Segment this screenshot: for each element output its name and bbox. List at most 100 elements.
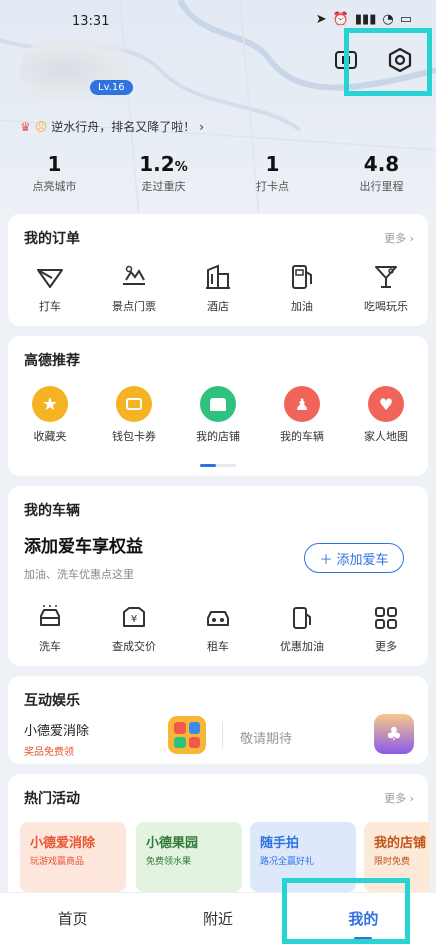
activity-title: 我的店铺: [374, 836, 427, 851]
stat-value: 4.8: [363, 152, 400, 176]
recommend-item-wallet[interactable]: 钱包卡券: [92, 386, 176, 444]
vehicle-item-more[interactable]: 更多: [344, 604, 428, 654]
divider: [222, 722, 223, 748]
activity-title: 小德果园: [146, 836, 199, 851]
vehicle-title: 我的车辆: [24, 503, 80, 519]
stat-number: 1.2: [139, 152, 175, 176]
stat-checkins[interactable]: 1 打卡点: [218, 152, 327, 194]
stat-value: 1: [265, 152, 280, 176]
taxi-icon: [37, 269, 63, 288]
vehicle-label: 查成交价: [112, 640, 156, 653]
family-map-icon: ♥: [368, 386, 404, 422]
vehicle-label: 优惠加油: [280, 640, 324, 653]
coming-soon-text: 敬请期待: [240, 732, 293, 747]
order-item-taxi[interactable]: 打车: [8, 262, 92, 314]
recommend-label: 收藏夹: [33, 430, 67, 443]
stat-label: 出行里程: [359, 180, 404, 193]
game-item[interactable]: 小德爱消除 奖品免费领: [24, 720, 89, 758]
fuel-icon: [292, 265, 312, 289]
chevron-right-icon: ›: [199, 119, 205, 134]
status-time: 13:31: [72, 14, 110, 29]
nav-home[interactable]: 首页: [0, 893, 145, 948]
stat-label: 打卡点: [256, 180, 289, 193]
recommend-item-vehicle[interactable]: ♟ 我的车辆: [260, 386, 344, 444]
add-car-label: 添加爱车: [336, 552, 389, 568]
highlight-box-settings: [344, 28, 432, 96]
vehicle-subtext: 加油、洗车优惠点这里: [24, 568, 134, 581]
order-label: 酒店: [207, 300, 229, 313]
more-label: 更多: [384, 232, 407, 245]
rent-car-icon: [207, 611, 229, 626]
order-label: 景点门票: [112, 300, 156, 313]
recommend-item-family[interactable]: ♥ 家人地图: [344, 386, 428, 444]
stat-value: 1.2%: [109, 152, 218, 176]
orders-more-link[interactable]: 更多 ›: [384, 230, 414, 246]
game-mascot-icon[interactable]: ♣: [374, 714, 414, 754]
game-sub: 奖品免费领: [24, 747, 74, 758]
entertainment-card: 互动娱乐 小德爱消除 奖品免费领 敬请期待 ♣: [8, 676, 428, 764]
hotel-icon: [206, 264, 230, 289]
page-indicator: [200, 464, 236, 467]
achievement-banner[interactable]: ♛ ☹ 逆水行舟，排名又降了啦！ ›: [20, 118, 204, 135]
vehicle-card: 我的车辆 添加爱车享权益 加油、洗车优惠点这里 洗车 ¥ 查成交价 租车 优惠加…: [8, 486, 428, 666]
order-item-hotel[interactable]: 酒店: [176, 262, 260, 314]
recommend-card: 高德推荐 ★ 收藏夹 钱包卡券 我的店铺 ♟ 我的车辆 ♥ 家人地图: [8, 336, 428, 476]
activity-title: 小德爱消除: [30, 836, 96, 851]
price-icon: ¥: [123, 607, 145, 627]
vehicle-item-fuel-discount[interactable]: 优惠加油: [260, 604, 344, 654]
recommend-label: 我的车辆: [280, 430, 324, 443]
recommend-item-shop[interactable]: 我的店铺: [176, 386, 260, 444]
recommend-label: 钱包卡券: [112, 430, 156, 443]
battery-icon: ▭: [399, 12, 412, 27]
activities-more-link[interactable]: 更多 ›: [384, 790, 414, 806]
vehicle-label: 租车: [207, 640, 229, 653]
star-icon: ★: [32, 386, 68, 422]
order-label: 吃喝玩乐: [364, 300, 408, 313]
activity-card-eliminate[interactable]: 小德爱消除 玩游戏赢商品: [20, 822, 126, 892]
game-name: 小德爱消除: [24, 724, 90, 739]
vehicle-item-wash[interactable]: 洗车: [8, 604, 92, 654]
order-item-leisure[interactable]: 吃喝玩乐: [344, 262, 428, 314]
order-label: 加油: [291, 300, 313, 313]
add-car-button[interactable]: ＋ 添加爱车: [304, 543, 404, 573]
stat-label: 点亮城市: [32, 180, 77, 193]
banner-text: 逆水行舟，排名又降了啦！: [51, 120, 196, 134]
recommend-item-favorites[interactable]: ★ 收藏夹: [8, 386, 92, 444]
shop-icon: [200, 386, 236, 422]
wifi-icon: ◔: [382, 12, 394, 27]
status-icons: ➤ ⏰ ▮▮▮ ◔ ▭: [316, 12, 412, 27]
level-badge: Lv.16: [90, 80, 133, 95]
stat-mileage[interactable]: 4.8 出行里程: [327, 152, 436, 194]
order-item-fuel[interactable]: 加油: [260, 262, 344, 314]
order-item-ticket[interactable]: 景点门票: [92, 262, 176, 314]
activity-sub: 路况全赢好礼: [260, 857, 315, 867]
stat-label: 走过重庆: [141, 180, 186, 193]
activity-sub: 限时免费: [374, 857, 411, 867]
highlight-box-mine: [282, 878, 410, 944]
recommend-grid: ★ 收藏夹 钱包卡券 我的店铺 ♟ 我的车辆 ♥ 家人地图: [8, 386, 428, 444]
stat-cities[interactable]: 1 点亮城市: [0, 152, 109, 194]
activity-sub: 玩游戏赢商品: [30, 857, 85, 867]
activity-title: 随手拍: [260, 836, 300, 851]
more-label: 更多: [384, 792, 407, 805]
stat-value: 1: [47, 152, 62, 176]
activity-card-orchard[interactable]: 小德果园 免费领水果: [136, 822, 242, 892]
vehicle-item-price[interactable]: ¥ 查成交价: [92, 604, 176, 654]
scenic-ticket-icon: [123, 265, 145, 285]
stat-chongqing[interactable]: 1.2% 走过重庆: [109, 152, 218, 194]
recommend-label: 家人地图: [364, 430, 408, 443]
vehicle-item-rent[interactable]: 租车: [176, 604, 260, 654]
activities-title: 热门活动: [24, 791, 80, 807]
nav-nearby[interactable]: 附近: [145, 893, 290, 948]
game-thumbnail-icon[interactable]: [168, 716, 206, 754]
recommend-title: 高德推荐: [24, 353, 80, 369]
discount-fuel-icon: [293, 607, 311, 629]
car-wash-icon: [40, 605, 60, 626]
vehicle-label: 洗车: [39, 640, 61, 653]
wallet-icon: [116, 386, 152, 422]
vehicle-headline: 添加爱车享权益: [24, 537, 143, 557]
car-person-icon: ♟: [284, 386, 320, 422]
stats-row: 1 点亮城市 1.2% 走过重庆 1 打卡点 4.8 出行里程: [0, 152, 436, 194]
alarm-icon: ⏰: [332, 12, 349, 27]
recommend-label: 我的店铺: [196, 430, 240, 443]
